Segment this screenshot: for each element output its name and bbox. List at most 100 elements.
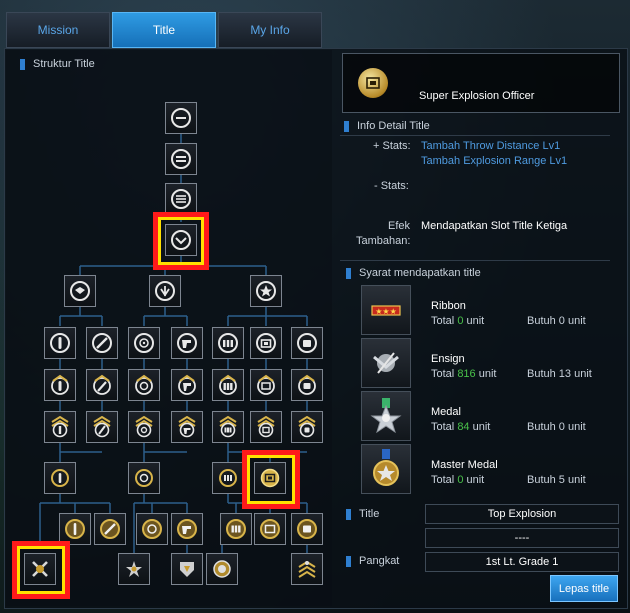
pistol-gold-icon <box>178 374 196 395</box>
tree-node-r5-5[interactable] <box>220 513 252 545</box>
tree-node-rank-3[interactable] <box>165 183 197 215</box>
req-name-master-medal: Master Medal <box>431 459 498 471</box>
tree-node-r2-2[interactable] <box>86 369 118 401</box>
bullet-gold-icon <box>51 374 69 395</box>
effect-label-line1: Efek <box>388 220 411 232</box>
pistol-double-gold-icon <box>178 416 196 438</box>
title-slot-2[interactable]: ---- <box>425 528 619 548</box>
rank-header: Pangkat <box>346 555 399 567</box>
tree-node-r6-4[interactable] <box>206 553 238 585</box>
tree-node-r3-5[interactable] <box>212 411 244 443</box>
tree-node-r6-3[interactable] <box>171 553 203 585</box>
tree-node-r5-7[interactable] <box>291 513 323 545</box>
minus-circle-icon <box>171 108 191 128</box>
tree-node-r4-3[interactable] <box>212 462 244 494</box>
title-slot-1[interactable]: Top Explosion <box>425 504 619 524</box>
knife-double-gold-icon <box>93 416 111 438</box>
highlight-frame <box>242 450 300 509</box>
tree-node-r5-6[interactable] <box>254 513 286 545</box>
tree-node-r1-7[interactable] <box>291 327 323 359</box>
req-total-medal: Total 84 unit <box>431 421 491 433</box>
grenade-box-medal-icon <box>260 519 280 539</box>
title-slot-label: Title <box>359 508 380 520</box>
tab-mission[interactable]: Mission <box>6 12 110 48</box>
triple-bar-circle-icon <box>171 189 191 209</box>
divider <box>340 135 610 136</box>
chevron-star-emblem-icon <box>298 560 316 578</box>
tree-node-r5-4[interactable] <box>171 513 203 545</box>
req-need-medal: Butuh 0 unit <box>527 421 586 433</box>
effect-label-line2: Tambahan: <box>356 235 411 247</box>
bullet-badge-icon <box>51 469 69 487</box>
tab-bar: Mission Title My Info <box>6 12 322 48</box>
tab-my-info[interactable]: My Info <box>218 12 322 48</box>
tree-node-r1-4[interactable] <box>171 327 203 359</box>
tree-node-r1-5[interactable] <box>212 327 244 359</box>
bullet-circle-icon <box>50 333 70 353</box>
tree-node-r3-4[interactable] <box>171 411 203 443</box>
winged-star-emblem-icon <box>126 561 142 577</box>
tree-node-r1-2[interactable] <box>86 327 118 359</box>
tree-node-r3-6[interactable] <box>250 411 282 443</box>
tab-title[interactable]: Title <box>112 12 216 48</box>
crosshair-circle-icon <box>134 333 154 353</box>
tree-node-r2-4[interactable] <box>171 369 203 401</box>
pistol-medal-icon <box>177 519 197 539</box>
requirements-title: Syarat mendapatkan title <box>359 267 481 279</box>
tree-node-r4-1[interactable] <box>44 462 76 494</box>
section-marker-icon <box>346 555 351 567</box>
tree-node-r2-1[interactable] <box>44 369 76 401</box>
selected-title-card: Super Explosion Officer <box>342 53 620 113</box>
release-title-button[interactable]: Lepas title <box>550 575 618 602</box>
section-marker-icon <box>344 120 349 132</box>
tree-node-r5-3[interactable] <box>136 513 168 545</box>
section-marker-icon <box>346 267 351 279</box>
tree-node-r2-7[interactable] <box>291 369 323 401</box>
tree-node-r1-1[interactable] <box>44 327 76 359</box>
tree-node-r4-2[interactable] <box>128 462 160 494</box>
master-medal-icon <box>361 444 411 494</box>
req-name-ribbon: Ribbon <box>431 300 466 312</box>
knife-circle-icon <box>92 333 112 353</box>
tree-node-r6-5[interactable] <box>291 553 323 585</box>
tree-node-r3-7[interactable] <box>291 411 323 443</box>
tree-node-branch-sniper[interactable] <box>149 275 181 307</box>
tree-node-r3-1[interactable] <box>44 411 76 443</box>
round-crest-emblem-icon <box>213 560 231 578</box>
tree-node-rank-1[interactable] <box>165 102 197 134</box>
tree-node-r3-3[interactable] <box>128 411 160 443</box>
knife-medal-icon <box>100 519 120 539</box>
info-detail-header: Info Detail Title <box>344 120 430 132</box>
medal-icon <box>361 391 411 441</box>
req-name-ensign: Ensign <box>431 353 465 365</box>
rank-label: Pangkat <box>359 555 400 567</box>
ammo-badge-icon <box>219 469 237 487</box>
plus-stat-2: Tambah Explosion Range Lv1 <box>421 155 568 167</box>
crosshair-badge-icon <box>135 469 153 487</box>
ensign-icon <box>361 338 411 388</box>
section-marker-icon <box>20 58 25 70</box>
tree-node-r2-3[interactable] <box>128 369 160 401</box>
section-marker-icon <box>346 508 351 520</box>
tree-node-branch-assault[interactable] <box>64 275 96 307</box>
tree-node-r5-2[interactable] <box>94 513 126 545</box>
tree-node-r1-6[interactable] <box>250 327 282 359</box>
selected-title-name: Super Explosion Officer <box>419 90 535 102</box>
info-detail-title: Info Detail Title <box>357 120 430 132</box>
tree-node-r3-2[interactable] <box>86 411 118 443</box>
bullet-medal-icon <box>65 519 85 539</box>
bullet-double-gold-icon <box>51 416 69 438</box>
tree-node-r1-3[interactable] <box>128 327 160 359</box>
tree-section-header: Struktur Title <box>20 58 95 70</box>
req-need-ribbon: Butuh 0 unit <box>527 315 586 327</box>
tree-node-branch-heavy[interactable] <box>250 275 282 307</box>
tree-node-r2-5[interactable] <box>212 369 244 401</box>
tree-node-r6-2[interactable] <box>118 553 150 585</box>
tree-node-rank-2[interactable] <box>165 143 197 175</box>
crosshair-medal-icon <box>142 519 162 539</box>
selected-title-icon <box>358 68 388 98</box>
svg-text:★★★: ★★★ <box>375 307 397 316</box>
tree-node-r2-6[interactable] <box>250 369 282 401</box>
crosshair-gold-icon <box>135 374 153 395</box>
req-name-medal: Medal <box>431 406 461 418</box>
